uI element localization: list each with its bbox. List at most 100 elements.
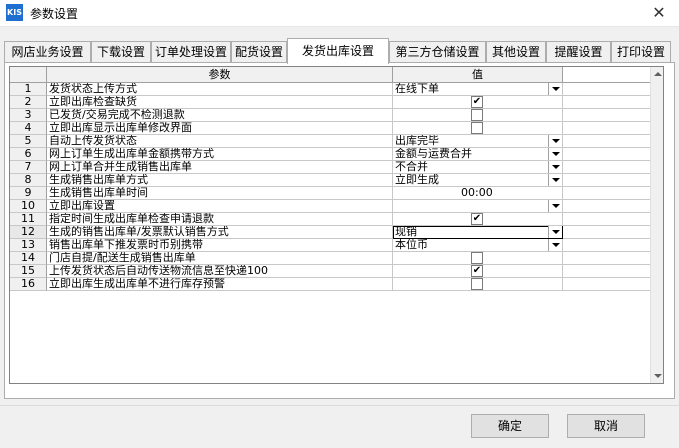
value-dropdown[interactable]: 在线下单 — [393, 83, 563, 96]
blank-cell — [563, 148, 650, 161]
value-checkbox-cell[interactable]: ✔ — [393, 213, 563, 226]
unchecked-checkbox[interactable] — [471, 122, 483, 134]
param-label: 立即出库生成出库单不进行库存预警 — [47, 278, 393, 291]
table-row[interactable]: 13 销售出库单下推发票时币别携带 本位币 — [10, 239, 650, 252]
value-checkbox-cell[interactable] — [393, 122, 563, 135]
app-logo-icon: KIS — [6, 4, 23, 21]
param-label: 立即出库显示出库单修改界面 — [47, 122, 393, 135]
param-label: 立即出库检查缺货 — [47, 96, 393, 109]
value-dropdown[interactable]: 现销 — [393, 226, 563, 239]
chevron-down-icon[interactable] — [548, 135, 562, 147]
table-row[interactable]: 1 发货状态上传方式 在线下单 — [10, 83, 650, 96]
tab-2[interactable]: 下载设置 — [91, 41, 151, 63]
close-button[interactable]: ✕ — [639, 0, 679, 26]
table-row[interactable]: 4 立即出库显示出库单修改界面 — [10, 122, 650, 135]
table-row[interactable]: 15 上传发货状态后自动传送物流信息至快递100 ✔ — [10, 265, 650, 278]
table-row[interactable]: 7 网上订单合并生成销售出库单 不合并 — [10, 161, 650, 174]
unchecked-checkbox[interactable] — [471, 278, 483, 290]
vertical-scrollbar[interactable] — [650, 67, 663, 383]
chevron-down-icon[interactable] — [548, 148, 562, 160]
blank-cell — [563, 96, 650, 109]
ok-button[interactable]: 确定 — [471, 414, 549, 438]
chevron-down-icon[interactable] — [548, 83, 562, 95]
checked-checkbox[interactable]: ✔ — [471, 96, 483, 108]
row-number: 1 — [10, 83, 47, 96]
param-label: 自动上传发货状态 — [47, 135, 393, 148]
table-row[interactable]: 16 立即出库生成出库单不进行库存预警 — [10, 278, 650, 291]
blank-cell — [563, 109, 650, 122]
dropdown-value: 本位币 — [395, 239, 428, 251]
table-row[interactable]: 8 生成销售出库单方式 立即生成 — [10, 174, 650, 187]
value-time-field[interactable]: 00:00 — [393, 187, 563, 200]
checked-checkbox[interactable]: ✔ — [471, 265, 483, 277]
table-row[interactable]: 10 立即出库设置 — [10, 200, 650, 213]
param-label: 已发货/交易完成不检测退款 — [47, 109, 393, 122]
value-checkbox-cell[interactable] — [393, 278, 563, 291]
table-row[interactable]: 3 已发货/交易完成不检测退款 — [10, 109, 650, 122]
table-row[interactable]: 12 生成的销售出库单/发票默认销售方式 现销 — [10, 226, 650, 239]
tab-1[interactable]: 网店业务设置 — [4, 41, 91, 63]
chevron-down-icon[interactable] — [548, 226, 562, 238]
value-checkbox-cell[interactable] — [393, 109, 563, 122]
blank-cell — [563, 252, 650, 265]
unchecked-checkbox[interactable] — [471, 109, 483, 121]
dropdown-value: 金额与运费合并 — [395, 148, 472, 160]
value-checkbox-cell[interactable]: ✔ — [393, 96, 563, 109]
tab-7[interactable]: 其他设置 — [486, 41, 546, 63]
param-label: 立即出库设置 — [47, 200, 393, 213]
header-value[interactable]: 值 — [393, 67, 563, 83]
tab-4[interactable]: 配货设置 — [231, 41, 287, 63]
table-row[interactable]: 11 指定时间生成出库单检查申请退款 ✔ — [10, 213, 650, 226]
blank-cell — [563, 83, 650, 96]
value-dropdown[interactable]: 金额与运费合并 — [393, 148, 563, 161]
row-number: 8 — [10, 174, 47, 187]
value-dropdown[interactable]: 出库完毕 — [393, 135, 563, 148]
row-number: 3 — [10, 109, 47, 122]
settings-grid: 参数 值 1 发货状态上传方式 在线下单 2 立即出库检查缺货 ✔ 3 已发货/交易完成不检测… — [9, 66, 664, 384]
tab-9[interactable]: 打印设置 — [611, 41, 671, 63]
blank-cell — [563, 265, 650, 278]
value-checkbox-cell[interactable] — [393, 252, 563, 265]
blank-cell — [563, 187, 650, 200]
chevron-down-icon[interactable] — [548, 200, 562, 212]
param-label: 上传发货状态后自动传送物流信息至快递100 — [47, 265, 393, 278]
value-dropdown[interactable]: 不合并 — [393, 161, 563, 174]
scroll-down-arrow-icon[interactable] — [651, 369, 663, 383]
tab-6[interactable]: 第三方仓储设置 — [389, 41, 486, 63]
chevron-down-icon[interactable] — [548, 239, 562, 251]
blank-cell — [563, 135, 650, 148]
table-row[interactable]: 9 生成销售出库单时间 00:00 — [10, 187, 650, 200]
param-label: 网上订单合并生成销售出库单 — [47, 161, 393, 174]
row-number: 2 — [10, 96, 47, 109]
checked-checkbox[interactable]: ✔ — [471, 213, 483, 225]
value-dropdown[interactable]: 本位币 — [393, 239, 563, 252]
blank-cell — [563, 161, 650, 174]
table-row[interactable]: 6 网上订单生成出库单金额携带方式 金额与运费合并 — [10, 148, 650, 161]
cancel-button[interactable]: 取消 — [567, 414, 645, 438]
blank-cell — [563, 226, 650, 239]
row-number: 11 — [10, 213, 47, 226]
header-param[interactable]: 参数 — [47, 67, 393, 83]
row-number: 14 — [10, 252, 47, 265]
chevron-down-icon[interactable] — [548, 161, 562, 173]
grid-header: 参数 值 — [10, 67, 663, 83]
chevron-down-icon[interactable] — [548, 174, 562, 186]
tab-5[interactable]: 发货出库设置 — [287, 38, 389, 64]
scroll-up-arrow-icon[interactable] — [651, 67, 663, 81]
dropdown-value: 现销 — [395, 226, 417, 238]
unchecked-checkbox[interactable] — [471, 252, 483, 264]
row-number: 5 — [10, 135, 47, 148]
value-checkbox-cell[interactable]: ✔ — [393, 265, 563, 278]
tab-3[interactable]: 订单处理设置 — [151, 41, 231, 63]
tab-8[interactable]: 提醒设置 — [546, 41, 611, 63]
table-row[interactable]: 2 立即出库检查缺货 ✔ — [10, 96, 650, 109]
row-number: 13 — [10, 239, 47, 252]
blank-cell — [563, 174, 650, 187]
value-dropdown[interactable]: 立即生成 — [393, 174, 563, 187]
table-row[interactable]: 5 自动上传发货状态 出库完毕 — [10, 135, 650, 148]
table-row[interactable]: 14 门店自提/配送生成销售出库单 — [10, 252, 650, 265]
value-dropdown[interactable] — [393, 200, 563, 213]
row-number: 9 — [10, 187, 47, 200]
time-value: 00:00 — [461, 187, 493, 199]
dropdown-value: 在线下单 — [395, 83, 439, 95]
